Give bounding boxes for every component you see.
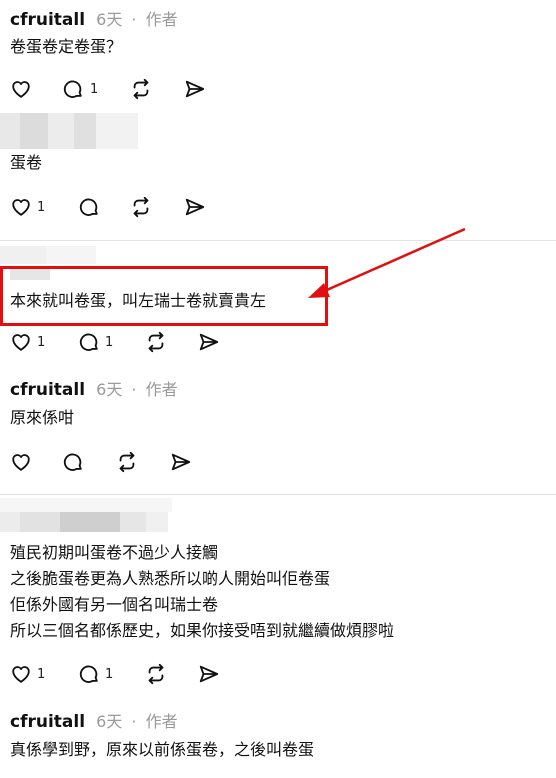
comment-line: 佢係外國有另一個名叫瑞士卷 <box>10 595 219 614</box>
separator: · <box>131 712 137 731</box>
timestamp[interactable]: 6天 <box>96 380 122 399</box>
comment-text: 本來就叫卷蛋，叫左瑞士卷就賣貴左 <box>10 291 267 310</box>
username-blurred <box>60 512 120 532</box>
timestamp[interactable]: 6天 <box>96 10 122 29</box>
username-blurred <box>146 512 168 532</box>
comment-line: 殖民初期叫蛋卷不過少人接觸 <box>10 543 219 562</box>
username[interactable]: cfruitall <box>10 712 85 732</box>
comment-line: 之後脆蛋卷更為人熟悉所以啲人開始叫佢卷蛋 <box>10 569 331 588</box>
author-badge: 作者 <box>145 10 178 29</box>
username-blurred <box>20 512 60 532</box>
comment-text: 真係學到野，原來以前係蛋卷，之後叫卷蛋 <box>10 740 315 759</box>
comment-text: 原來係咁 <box>10 408 75 427</box>
repost-icon[interactable] <box>145 663 167 685</box>
comment-icon[interactable] <box>78 196 100 218</box>
comment-text: 蛋卷 <box>10 153 43 172</box>
reply-count: 1 <box>105 667 114 682</box>
comment-text: 卷蛋卷定卷蛋？ <box>10 37 123 56</box>
share-icon[interactable] <box>170 451 192 473</box>
reply-count: 1 <box>90 82 99 97</box>
like-count: 1 <box>37 200 46 215</box>
share-icon[interactable] <box>184 78 206 100</box>
username[interactable]: cfruitall <box>10 380 85 400</box>
author-badge: 作者 <box>145 380 178 399</box>
username-blurred <box>120 512 146 532</box>
separator: · <box>131 10 137 29</box>
avatar-blurred <box>0 498 172 512</box>
comment-header: cfruitall 6天 · 作者 <box>10 6 178 30</box>
reply-count: 1 <box>105 335 114 350</box>
username-blurred <box>20 113 48 149</box>
comment-header: cfruitall 6天 · 作者 <box>10 708 178 732</box>
heart-icon[interactable] <box>10 331 32 353</box>
username-blurred <box>48 113 74 149</box>
divider <box>0 494 556 495</box>
author-badge: 作者 <box>145 712 178 731</box>
repost-icon[interactable] <box>130 78 152 100</box>
username-blurred <box>46 246 96 264</box>
like-count: 1 <box>37 335 46 350</box>
comment-line: 所以三個名都係歷史，如果你接受唔到就繼續做煩膠啦 <box>10 621 395 640</box>
share-icon[interactable] <box>198 331 220 353</box>
comment-icon[interactable] <box>62 78 84 100</box>
username-blurred <box>0 512 20 532</box>
avatar-blurred <box>0 246 46 264</box>
heart-icon[interactable] <box>10 663 32 685</box>
separator: · <box>131 380 137 399</box>
repost-icon[interactable] <box>145 331 167 353</box>
username[interactable]: cfruitall <box>10 10 85 30</box>
username-blurred <box>74 113 96 149</box>
annotation-arrow <box>308 227 466 298</box>
comment-header: cfruitall 6天 · 作者 <box>10 376 178 400</box>
share-icon[interactable] <box>198 663 220 685</box>
share-icon[interactable] <box>184 196 206 218</box>
comment-icon[interactable] <box>78 663 100 685</box>
comment-icon[interactable] <box>78 331 100 353</box>
username-blurred <box>96 113 138 149</box>
heart-icon[interactable] <box>10 78 32 100</box>
heart-icon[interactable] <box>10 196 32 218</box>
repost-icon[interactable] <box>130 196 152 218</box>
divider <box>0 240 556 241</box>
heart-icon[interactable] <box>10 451 32 473</box>
like-count: 1 <box>37 667 46 682</box>
avatar-blurred <box>0 113 20 149</box>
comment-text: 殖民初期叫蛋卷不過少人接觸 之後脆蛋卷更為人熟悉所以啲人開始叫佢卷蛋 佢係外國有… <box>10 540 394 644</box>
timestamp[interactable]: 6天 <box>96 712 122 731</box>
repost-icon[interactable] <box>116 451 138 473</box>
comment-icon[interactable] <box>62 451 84 473</box>
